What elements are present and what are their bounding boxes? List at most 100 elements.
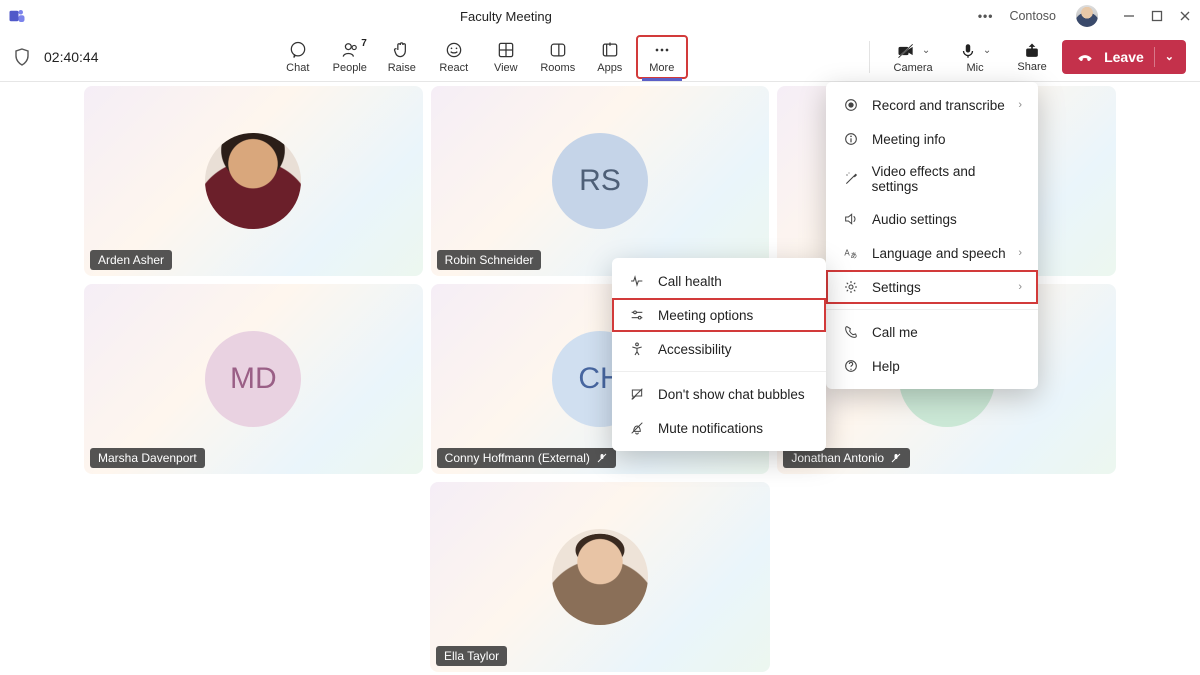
audio-settings-item[interactable]: Audio settings <box>826 202 1038 236</box>
more-label: More <box>649 61 674 75</box>
view-button[interactable]: View <box>480 35 532 79</box>
view-label: View <box>494 61 518 75</box>
close-button[interactable] <box>1178 9 1192 23</box>
share-label: Share <box>1017 61 1046 73</box>
more-options-icon[interactable]: ••• <box>978 9 994 23</box>
people-button[interactable]: 7 People <box>324 35 376 79</box>
shield-icon[interactable] <box>14 48 30 66</box>
leave-separator <box>1154 47 1155 67</box>
pulse-icon <box>628 272 646 290</box>
language-speech-item[interactable]: Aあ Language and speech › <box>826 236 1038 270</box>
participant-name: Jonathan Antonio <box>783 448 910 468</box>
window-controls: ••• Contoso <box>978 5 1192 27</box>
maximize-button[interactable] <box>1150 9 1164 23</box>
chat-label: Chat <box>286 61 309 75</box>
participant-tile[interactable]: RS Robin Schneider <box>431 86 770 276</box>
settings-submenu: Call health Meeting options Accessibilit… <box>612 258 826 451</box>
muted-icon <box>890 452 902 464</box>
participant-tile[interactable]: Arden Asher <box>84 86 423 276</box>
mic-control[interactable]: ⌄ Mic <box>948 40 1002 74</box>
video-effects-item[interactable]: Video effects and settings <box>826 156 1038 202</box>
mic-label: Mic <box>967 62 984 74</box>
participant-name: Arden Asher <box>90 250 172 270</box>
participant-initials: RS <box>552 133 648 229</box>
help-item[interactable]: Help <box>826 349 1038 383</box>
more-icon <box>652 39 672 61</box>
muted-icon <box>596 452 608 464</box>
record-transcribe-item[interactable]: Record and transcribe › <box>826 88 1038 122</box>
raise-hand-icon <box>392 39 412 61</box>
sparkle-icon <box>842 170 860 188</box>
more-menu: Record and transcribe › Meeting info Vid… <box>826 82 1038 389</box>
call-me-item[interactable]: Call me <box>826 315 1038 349</box>
meeting-title: Faculty Meeting <box>34 9 978 24</box>
apps-label: Apps <box>597 61 622 75</box>
gear-icon <box>842 278 860 296</box>
apps-icon <box>600 39 620 61</box>
language-icon: Aあ <box>842 244 860 262</box>
rooms-label: Rooms <box>540 61 575 75</box>
camera-control[interactable]: ⌄ Camera <box>886 40 940 74</box>
meeting-info-item[interactable]: Meeting info <box>826 122 1038 156</box>
menu-separator <box>612 371 826 372</box>
participant-initials: MD <box>205 331 301 427</box>
people-count: 7 <box>361 38 367 49</box>
minimize-button[interactable] <box>1122 9 1136 23</box>
raise-hand-button[interactable]: Raise <box>376 35 428 79</box>
title-bar: Faculty Meeting ••• Contoso <box>0 0 1200 32</box>
rooms-icon <box>548 39 568 61</box>
hangup-icon <box>1076 48 1094 66</box>
chevron-right-icon: › <box>1018 247 1022 259</box>
view-icon <box>496 39 516 61</box>
chat-button[interactable]: Chat <box>272 35 324 79</box>
chat-icon <box>288 39 308 61</box>
call-health-item[interactable]: Call health <box>612 264 826 298</box>
svg-text:A: A <box>844 249 850 258</box>
apps-button[interactable]: Apps <box>584 35 636 79</box>
rooms-button[interactable]: Rooms <box>532 35 584 79</box>
toolbar-separator <box>869 41 870 73</box>
settings-item[interactable]: Settings › <box>826 270 1038 304</box>
camera-label: Camera <box>894 62 933 74</box>
people-label: People <box>333 61 367 75</box>
participant-tile[interactable]: MD Marsha Davenport <box>84 284 423 474</box>
share-button[interactable]: Share <box>1010 41 1054 73</box>
chevron-down-icon[interactable]: ⌄ <box>922 45 930 56</box>
chat-off-icon <box>628 385 646 403</box>
speaker-icon <box>842 210 860 228</box>
participant-photo <box>205 133 301 229</box>
bell-off-icon <box>628 419 646 437</box>
accessibility-icon <box>628 340 646 358</box>
chevron-right-icon: › <box>1018 99 1022 111</box>
participant-photo <box>552 529 648 625</box>
help-icon <box>842 357 860 375</box>
phone-icon <box>842 323 860 341</box>
accessibility-item[interactable]: Accessibility <box>612 332 826 366</box>
leave-button[interactable]: Leave ⌄ <box>1062 40 1186 74</box>
leave-label: Leave <box>1104 49 1144 65</box>
user-avatar[interactable] <box>1076 5 1098 27</box>
camera-off-icon <box>896 41 916 61</box>
meeting-toolbar: 02:40:44 Chat 7 People Raise React View … <box>0 32 1200 82</box>
share-icon <box>1022 41 1042 61</box>
record-icon <box>842 96 860 114</box>
react-label: React <box>439 61 468 75</box>
chevron-down-icon[interactable]: ⌄ <box>1165 50 1174 63</box>
participant-name: Ella Taylor <box>436 646 507 666</box>
participant-name: Conny Hoffmann (External) <box>437 448 616 468</box>
mic-icon <box>959 41 977 61</box>
menu-separator <box>826 309 1038 310</box>
meeting-options-item[interactable]: Meeting options <box>612 298 826 332</box>
info-icon <box>842 130 860 148</box>
more-button[interactable]: More <box>636 35 688 79</box>
react-button[interactable]: React <box>428 35 480 79</box>
dont-show-bubbles-item[interactable]: Don't show chat bubbles <box>612 377 826 411</box>
sliders-icon <box>628 306 646 324</box>
participant-name: Robin Schneider <box>437 250 542 270</box>
participant-tile[interactable]: Ella Taylor <box>430 482 770 672</box>
mute-notifications-item[interactable]: Mute notifications <box>612 411 826 445</box>
call-timer: 02:40:44 <box>44 49 99 65</box>
chevron-down-icon[interactable]: ⌄ <box>983 45 991 56</box>
teams-app-icon <box>8 7 26 25</box>
raise-label: Raise <box>388 61 416 75</box>
